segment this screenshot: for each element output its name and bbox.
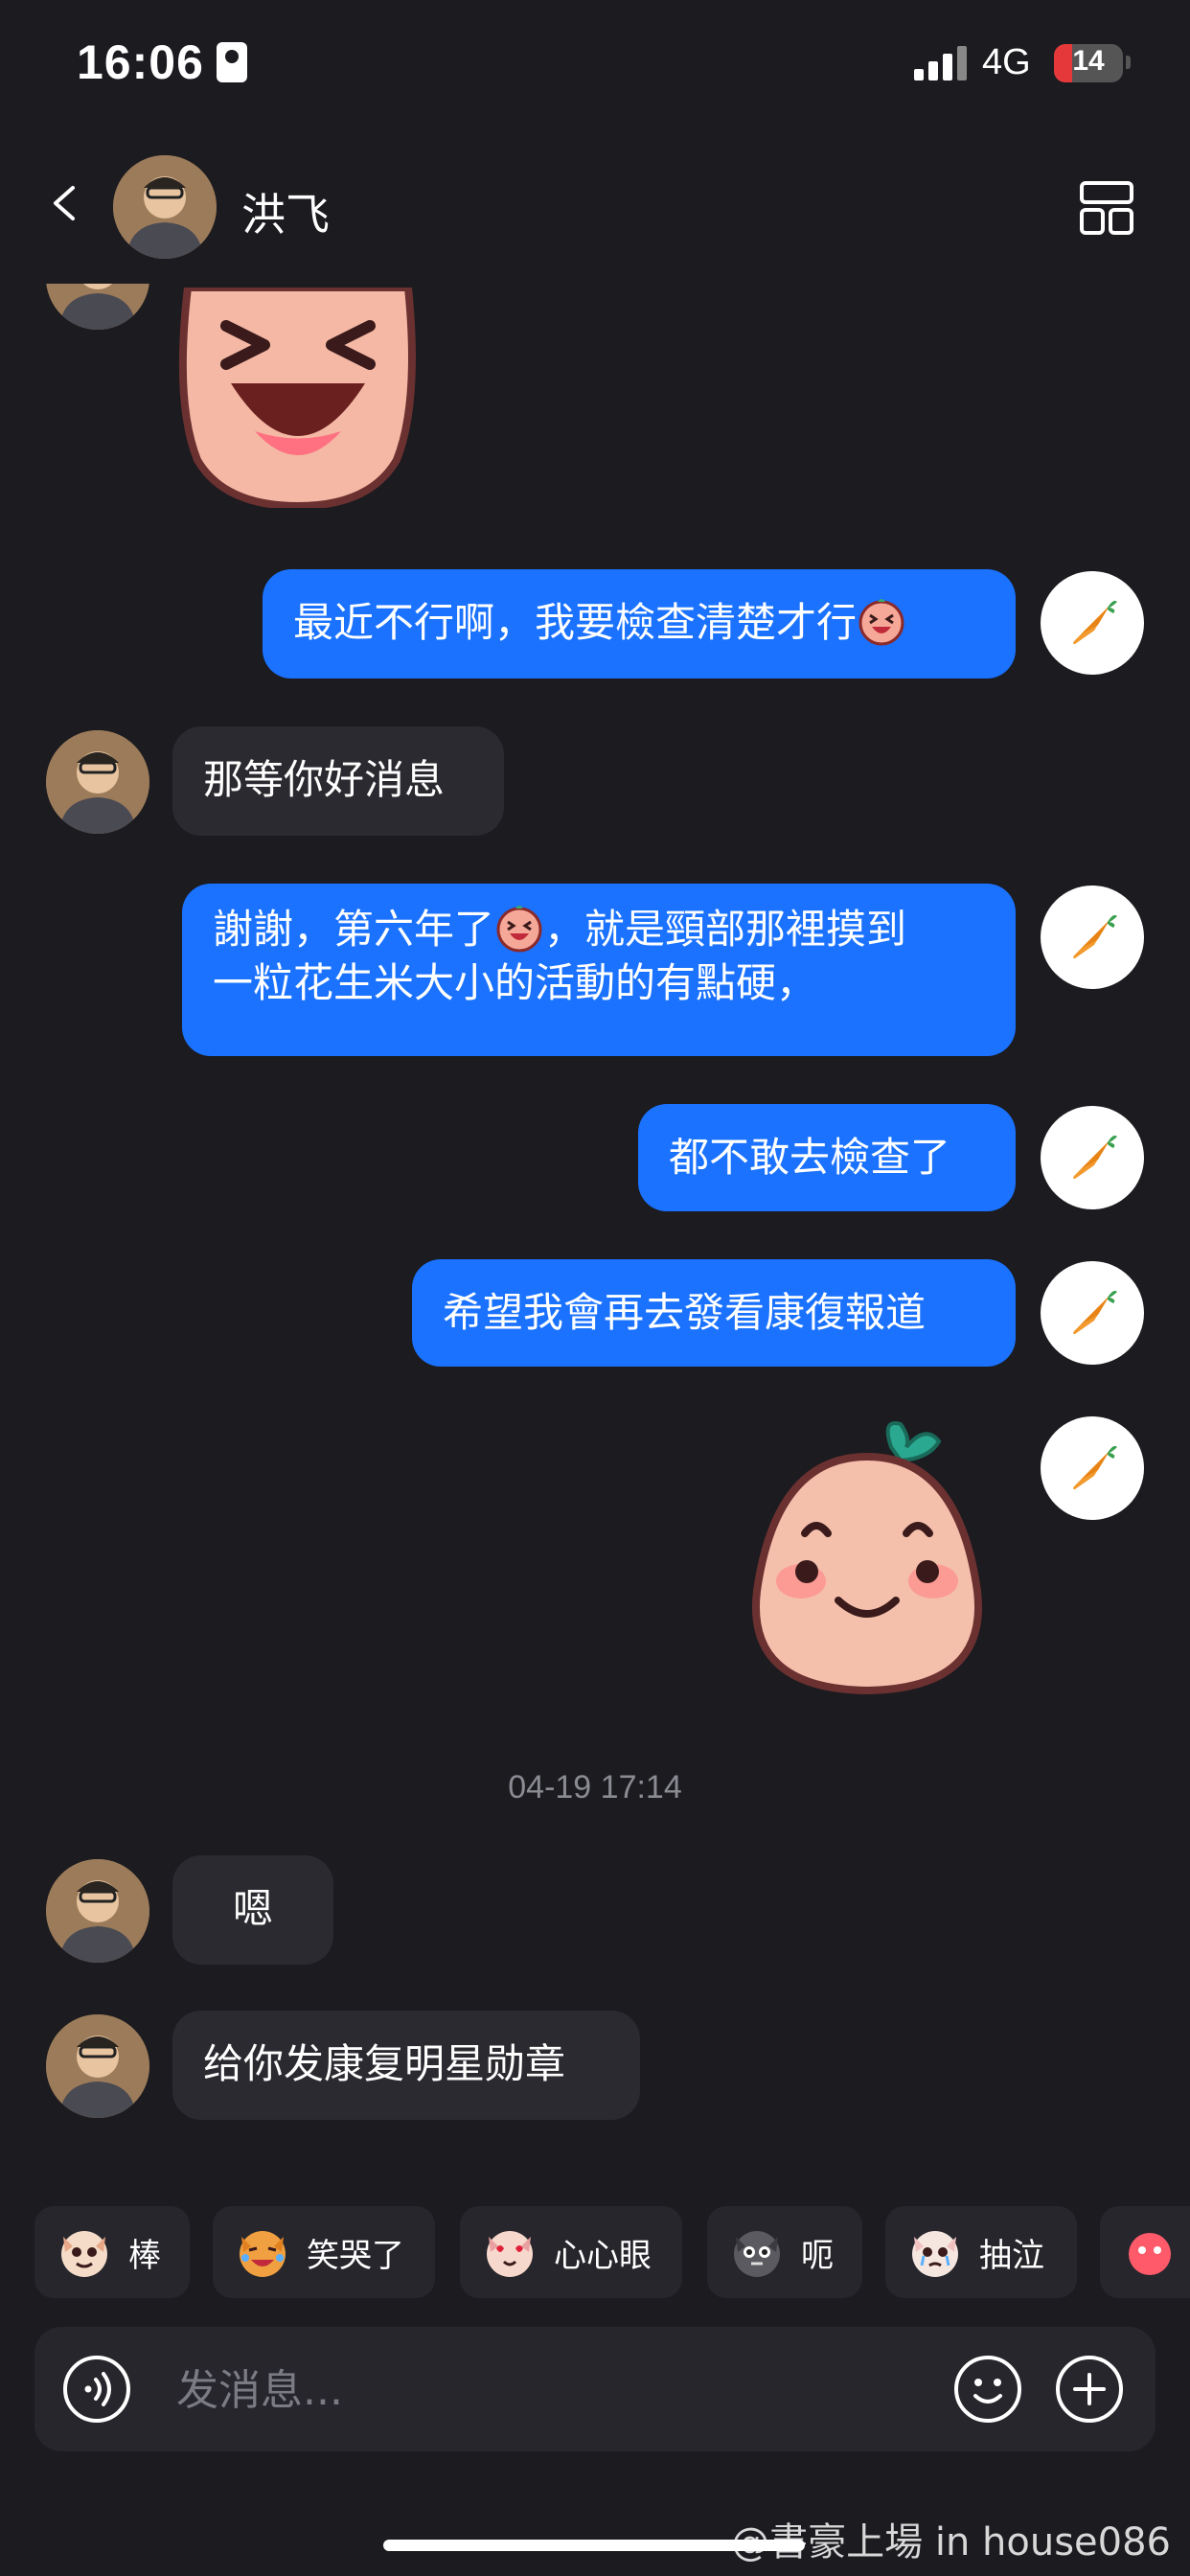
my-avatar[interactable] bbox=[1041, 1261, 1144, 1365]
id-card-icon bbox=[217, 42, 247, 82]
contact-avatar[interactable] bbox=[113, 155, 217, 259]
reaction-chip-xiaokule[interactable]: 笑哭了 bbox=[213, 2206, 435, 2298]
carrot-icon bbox=[1073, 1290, 1117, 1334]
message-input-bar bbox=[34, 2327, 1156, 2451]
quick-reaction-bar: 棒 笑哭了 心心眼 呃 抽泣 bbox=[34, 2206, 1190, 2298]
watermark: @書豪上場 in house086 bbox=[731, 2520, 1171, 2564]
heart-eyes-cat-icon bbox=[487, 2231, 533, 2277]
message-input[interactable] bbox=[176, 2359, 943, 2421]
outgoing-message[interactable]: 都不敢去檢查了 bbox=[638, 1104, 1016, 1211]
reaction-chip-bang[interactable]: 棒 bbox=[34, 2206, 190, 2298]
reaction-label: 棒 bbox=[128, 2236, 161, 2275]
carrot-icon bbox=[1073, 1135, 1117, 1179]
message-text: 希望我會再去發看康復報道 bbox=[443, 1289, 927, 1336]
my-avatar[interactable] bbox=[1041, 571, 1144, 675]
contact-avatar[interactable] bbox=[46, 2014, 149, 2118]
battery-icon: 14 bbox=[1054, 44, 1123, 82]
my-avatar[interactable] bbox=[1041, 1416, 1144, 1520]
message-text: 謝謝，第六年了 bbox=[213, 906, 495, 953]
reaction-label: 呃 bbox=[801, 2236, 834, 2275]
cat-thumbs-icon bbox=[61, 2231, 107, 2277]
outgoing-message[interactable]: 最近不行啊，我要檢查清楚才行 bbox=[263, 569, 1016, 678]
reaction-chip-chouqi[interactable]: 抽泣 bbox=[885, 2206, 1077, 2298]
pink-blob-icon bbox=[1129, 2233, 1171, 2275]
carrot-icon bbox=[1073, 914, 1117, 958]
carrot-icon bbox=[1073, 600, 1117, 644]
status-time: 16:06 bbox=[77, 35, 204, 89]
message-text: 那等你好消息 bbox=[203, 756, 446, 803]
contact-avatar[interactable] bbox=[46, 730, 149, 834]
speechless-cat-icon bbox=[734, 2231, 780, 2277]
laughing-emoji-icon bbox=[858, 599, 904, 646]
voice-input-icon[interactable] bbox=[61, 2354, 132, 2425]
network-label: 4G bbox=[982, 42, 1031, 82]
message-text: 给你发康复明星勋章 bbox=[203, 2040, 566, 2087]
outgoing-message[interactable]: 謝謝，第六年了 ，就是頸部那裡摸到 一粒花生米大小的活動的有點硬， bbox=[182, 884, 1016, 1056]
outgoing-message[interactable]: 希望我會再去發看康復報道 bbox=[412, 1259, 1016, 1367]
home-indicator[interactable] bbox=[383, 2540, 805, 2551]
back-arrow-icon[interactable] bbox=[46, 184, 84, 222]
battery-tip bbox=[1126, 56, 1131, 69]
reaction-chip-xinxinyan[interactable]: 心心眼 bbox=[460, 2206, 682, 2298]
reaction-chip-e[interactable]: 呃 bbox=[707, 2206, 862, 2298]
laugh-cry-cat-icon bbox=[240, 2231, 286, 2277]
reaction-label: 心心眼 bbox=[554, 2236, 652, 2275]
my-avatar[interactable] bbox=[1041, 886, 1144, 989]
sobbing-cat-icon bbox=[912, 2231, 958, 2277]
message-text: 嗯 bbox=[232, 1885, 273, 1932]
plus-icon[interactable] bbox=[1054, 2354, 1125, 2425]
message-text: 都不敢去檢查了 bbox=[669, 1134, 951, 1181]
contact-avatar[interactable] bbox=[46, 1859, 149, 1963]
reaction-chip-more[interactable] bbox=[1100, 2206, 1190, 2298]
contact-name: 洪飞 bbox=[241, 189, 330, 241]
incoming-message[interactable]: 嗯 bbox=[172, 1855, 333, 1965]
incoming-message[interactable]: 给你发康复明星勋章 bbox=[172, 2011, 640, 2120]
reaction-label: 抽泣 bbox=[979, 2236, 1044, 2275]
chat-header: 洪飞 bbox=[0, 134, 1190, 278]
carrot-icon bbox=[1073, 1445, 1117, 1489]
message-text: 一粒花生米大小的活動的有點硬， bbox=[213, 959, 817, 1006]
reaction-label: 笑哭了 bbox=[307, 2236, 404, 2275]
laughing-sticker[interactable] bbox=[169, 288, 427, 508]
message-timestamp: 04-19 17:14 bbox=[508, 1769, 682, 1806]
signal-icon bbox=[914, 46, 968, 80]
message-text: 最近不行啊，我要檢查清楚才行 bbox=[293, 599, 858, 646]
battery-level: 14 bbox=[1072, 45, 1105, 77]
incoming-message[interactable]: 那等你好消息 bbox=[172, 726, 504, 836]
message-text: ，就是頸部那裡摸到 bbox=[544, 906, 907, 953]
emoji-picker-icon[interactable] bbox=[952, 2354, 1023, 2425]
my-avatar[interactable] bbox=[1041, 1106, 1144, 1209]
layout-menu-icon[interactable] bbox=[1079, 180, 1134, 236]
status-bar: 16:06 4G 14 bbox=[0, 0, 1190, 129]
laughing-emoji-icon bbox=[496, 906, 542, 953]
smiling-sticker[interactable] bbox=[738, 1418, 996, 1696]
